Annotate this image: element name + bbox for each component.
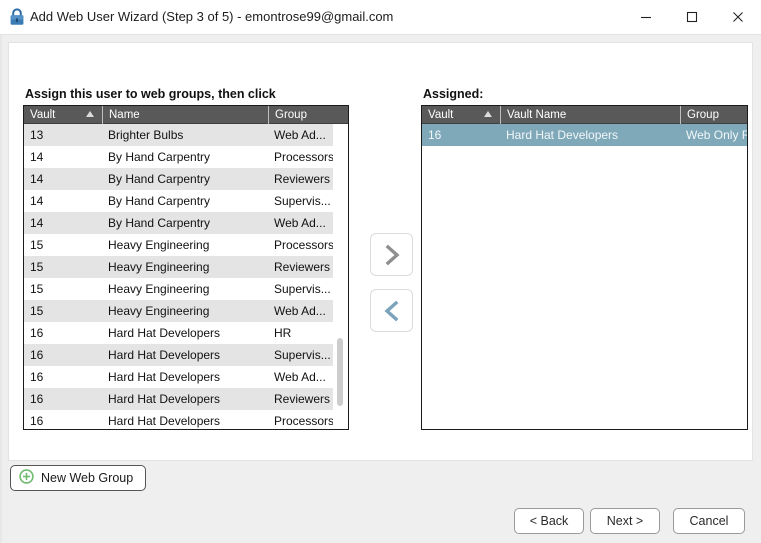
cell-vault: 14 (30, 172, 44, 186)
table-row[interactable]: 15 Heavy Engineering Web Ad... (24, 300, 348, 322)
table-row[interactable]: 15 Heavy Engineering Processors (24, 234, 348, 256)
table-row[interactable]: 14 By Hand Carpentry Supervis... (24, 190, 348, 212)
new-web-group-label: New Web Group (41, 471, 134, 485)
available-groups-list[interactable]: Vault Name Group 13 Brighter Bulbs Web Ad.… (23, 105, 349, 430)
cell-name: By Hand Carpentry (108, 172, 211, 186)
assigned-label: Assigned: (423, 87, 484, 101)
available-list-scrollbar[interactable] (333, 124, 348, 429)
chevron-right-icon (385, 244, 400, 265)
close-button[interactable] (715, 0, 761, 34)
cell-vault: 15 (30, 238, 44, 252)
assigned-groups-list[interactable]: Vault Vault Name Group 16 Hard Hat Develo… (421, 105, 748, 430)
minimize-button[interactable] (623, 0, 669, 34)
cell-name: By Hand Carpentry (108, 150, 211, 164)
table-row[interactable]: 16 Hard Hat Developers Reviewers (24, 388, 348, 410)
cell-vault: 16 (428, 128, 442, 142)
cell-vault: 16 (30, 370, 44, 384)
table-row[interactable]: 15 Heavy Engineering Supervis... (24, 278, 348, 300)
instruction-text: Assign this user to web groups, then cli… (25, 87, 276, 101)
cell-name: Hard Hat Developers (108, 414, 221, 428)
wizard-window: Add Web User Wizard (Step 3 of 5) - emon… (0, 0, 761, 543)
table-row[interactable]: 16 Hard Hat Developers Web Only R... (422, 124, 747, 146)
plus-circle-icon (19, 469, 34, 487)
cell-vault: 15 (30, 282, 44, 296)
column-header-vault-name[interactable]: Vault Name (500, 106, 680, 124)
assigned-list-rows: 16 Hard Hat Developers Web Only R... (422, 124, 747, 429)
column-header-name[interactable]: Name (102, 106, 268, 124)
table-row[interactable]: 14 By Hand Carpentry Reviewers (24, 168, 348, 190)
cell-name: By Hand Carpentry (108, 194, 211, 208)
cell-vault: 15 (30, 304, 44, 318)
cell-name: Heavy Engineering (108, 304, 210, 318)
cell-name: Hard Hat Developers (108, 370, 221, 384)
cell-name: Heavy Engineering (108, 260, 210, 274)
table-row[interactable]: 14 By Hand Carpentry Processors (24, 146, 348, 168)
assigned-list-header: Vault Vault Name Group (422, 106, 747, 124)
column-header-group[interactable]: Group (268, 106, 348, 124)
cell-vault: 16 (30, 414, 44, 428)
column-header-vault[interactable]: Vault (24, 106, 102, 124)
add-to-assigned-button[interactable] (370, 233, 413, 276)
next-button[interactable]: Next > (590, 508, 660, 534)
sort-ascending-icon (484, 110, 492, 117)
back-button[interactable]: < Back (514, 508, 584, 534)
available-list-rows: 13 Brighter Bulbs Web Ad... 14 By Hand Carpe… (24, 124, 348, 429)
window-controls (623, 0, 761, 34)
cell-vault: 14 (30, 216, 44, 230)
table-row[interactable]: 16 Hard Hat Developers Supervis... (24, 344, 348, 366)
cell-name: Hard Hat Developers (108, 392, 221, 406)
cell-vault: 14 (30, 194, 44, 208)
cell-vault: 16 (30, 348, 44, 362)
table-row[interactable]: 16 Hard Hat Developers HR (24, 322, 348, 344)
table-row[interactable]: 16 Hard Hat Developers Processors (24, 410, 348, 429)
cell-vault: 16 (30, 326, 44, 340)
cell-vault: 16 (30, 392, 44, 406)
title-bar: Add Web User Wizard (Step 3 of 5) - emon… (0, 0, 761, 35)
cell-name: By Hand Carpentry (108, 216, 211, 230)
cell-name: Brighter Bulbs (108, 128, 184, 142)
table-row[interactable]: 13 Brighter Bulbs Web Ad... (24, 124, 348, 146)
scrollbar-thumb[interactable] (337, 338, 343, 406)
sort-ascending-icon (86, 110, 94, 117)
cell-vault: 14 (30, 150, 44, 164)
cell-name: Hard Hat Developers (108, 348, 221, 362)
column-header-vault[interactable]: Vault (422, 106, 500, 124)
cell-group: Web Only R... (686, 128, 747, 142)
table-row[interactable]: 15 Heavy Engineering Reviewers (24, 256, 348, 278)
remove-from-assigned-button[interactable] (370, 289, 413, 332)
cancel-button[interactable]: Cancel (673, 508, 745, 534)
cell-vault: 15 (30, 260, 44, 274)
maximize-button[interactable] (669, 0, 715, 34)
content-panel: Assign this user to web groups, then cli… (8, 42, 753, 461)
chevron-left-icon (383, 300, 398, 321)
new-web-group-button[interactable]: New Web Group (10, 465, 147, 491)
window-title: Add Web User Wizard (Step 3 of 5) - emon… (30, 9, 394, 24)
cell-vault: 13 (30, 128, 44, 142)
cell-name: Hard Hat Developers (506, 128, 619, 142)
cell-name: Hard Hat Developers (108, 326, 221, 340)
available-list-header: Vault Name Group (24, 106, 348, 124)
lock-icon (8, 7, 26, 27)
window-left-edge (0, 34, 2, 543)
cell-name: Heavy Engineering (108, 238, 210, 252)
table-row[interactable]: 16 Hard Hat Developers Web Ad... (24, 366, 348, 388)
table-row[interactable]: 14 By Hand Carpentry Web Ad... (24, 212, 348, 234)
cell-name: Heavy Engineering (108, 282, 210, 296)
column-header-group[interactable]: Group (680, 106, 747, 124)
